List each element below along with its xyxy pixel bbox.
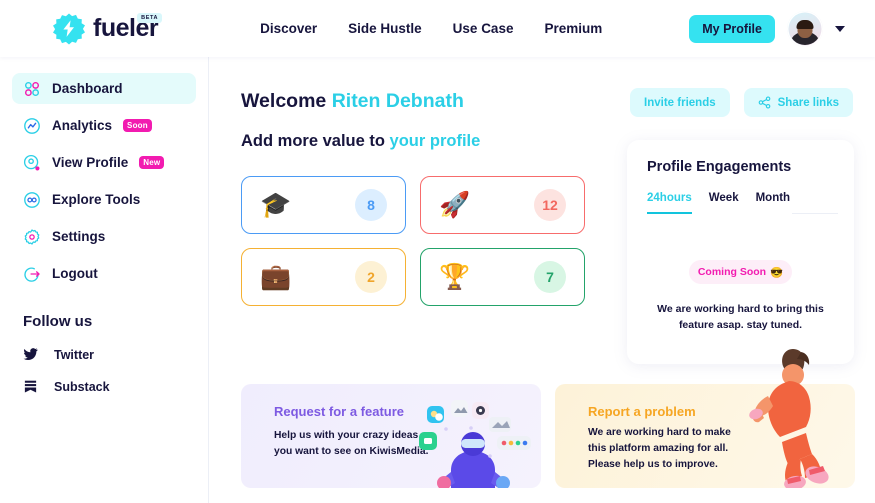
header-actions: My Profile xyxy=(689,10,845,47)
engagement-tabs: 24hours Week Month xyxy=(647,192,838,214)
grid-dots-icon xyxy=(24,81,40,96)
tab-24hours[interactable]: 24hours xyxy=(647,192,692,214)
sidebar-item-dashboard[interactable]: Dashboard xyxy=(12,73,196,104)
main-nav: Discover Side Hustle Use Case Premium xyxy=(260,21,602,36)
sidebar-item-label: View Profile xyxy=(52,155,129,170)
social-link-twitter[interactable]: Twitter xyxy=(23,347,208,362)
follow-us-heading: Follow us xyxy=(23,313,93,330)
panel-note-line-1: We are working hard to bring this xyxy=(657,303,824,315)
subtitle-prefix: Add more value to xyxy=(241,132,385,150)
invite-friends-label: Invite friends xyxy=(644,96,716,109)
beta-badge: BETA xyxy=(137,12,163,23)
rocket-icon: 🚀 xyxy=(439,190,471,219)
main-content: Welcome Riten Debnath Add more value to … xyxy=(209,57,875,503)
stat-value: 2 xyxy=(355,261,387,293)
welcome-user-name: Riten Debnath xyxy=(331,90,464,112)
promo-body: Help us with your crazy ideas you want t… xyxy=(274,430,429,457)
sidebar-item-label: Dashboard xyxy=(52,81,123,96)
twitter-icon xyxy=(23,348,38,361)
top-header: fueler BETA Discover Side Hustle Use Cas… xyxy=(0,0,875,57)
stat-value: 12 xyxy=(534,189,566,221)
share-nodes-icon xyxy=(758,96,770,109)
briefcase-icon: 💼 xyxy=(260,262,292,291)
panel-title: Profile Engagements xyxy=(647,159,792,175)
tabs-divider xyxy=(792,213,838,214)
panel-note-line-2: feature asap. stay tuned. xyxy=(678,319,803,332)
status-badge-soon: Soon xyxy=(123,118,152,133)
tab-week[interactable]: Week xyxy=(709,192,739,214)
stat-value: 8 xyxy=(355,189,387,221)
nav-item-premium[interactable]: Premium xyxy=(544,21,602,36)
sidebar-item-label: Settings xyxy=(52,229,106,244)
promo-title: Request for a feature xyxy=(274,404,405,419)
sidebar-item-view-profile[interactable]: View Profile New xyxy=(12,147,196,178)
stat-card-projects[interactable]: 🚀 12 xyxy=(420,176,585,234)
panel-note: We are working hard to bring this featur… xyxy=(647,301,834,334)
trophy-icon: 🏆 xyxy=(439,262,471,291)
gear-icon xyxy=(24,228,40,245)
promo-card-row: Request for a feature Help us with your … xyxy=(241,349,855,488)
logout-icon xyxy=(24,267,40,282)
app-logo[interactable]: fueler BETA xyxy=(52,12,163,46)
stat-card-work[interactable]: 💼 2 xyxy=(241,248,406,306)
sidebar-item-label: Analytics xyxy=(52,118,113,133)
social-link-substack[interactable]: Substack xyxy=(23,379,208,394)
avatar[interactable] xyxy=(787,10,823,47)
stat-value: 7 xyxy=(534,261,566,293)
graduation-cap-icon: 🎓 xyxy=(260,190,292,219)
stat-card-grid: 🎓 8 🚀 12 💼 2 🏆 7 xyxy=(241,176,585,306)
main-action-buttons: Invite friends Share links xyxy=(630,88,853,117)
my-profile-button[interactable]: My Profile xyxy=(689,14,775,43)
lightning-bolt-icon xyxy=(52,12,86,46)
sidebar-item-settings[interactable]: Settings xyxy=(12,221,196,252)
nav-item-discover[interactable]: Discover xyxy=(260,21,317,36)
infinity-icon xyxy=(24,191,40,208)
sidebar-item-explore-tools[interactable]: Explore Tools xyxy=(12,184,196,215)
social-label: Substack xyxy=(54,379,110,394)
tab-month[interactable]: Month xyxy=(756,192,790,214)
sidebar-item-analytics[interactable]: Analytics Soon xyxy=(12,110,196,141)
welcome-prefix: Welcome xyxy=(241,90,327,112)
request-feature-card[interactable]: Request for a feature Help us with your … xyxy=(241,384,541,488)
status-badge-new: New xyxy=(139,155,165,170)
dashboard-page: fueler BETA Discover Side Hustle Use Cas… xyxy=(0,0,875,503)
profile-link[interactable]: your profile xyxy=(390,132,481,150)
promo-title: Report a problem xyxy=(588,404,696,419)
chevron-down-icon[interactable] xyxy=(835,25,845,32)
promo-body: We are working hard to make this platfor… xyxy=(588,427,731,470)
location-pin-icon xyxy=(23,154,40,170)
coming-soon-badge: Coming Soon 😎 xyxy=(689,260,792,284)
sidebar-item-label: Explore Tools xyxy=(52,192,141,207)
profile-engagements-panel: Profile Engagements 24hours Week Month C… xyxy=(627,140,854,364)
report-problem-card[interactable]: Report a problem We are working hard to … xyxy=(555,349,855,488)
share-links-button[interactable]: Share links xyxy=(743,88,853,117)
invite-friends-button[interactable]: Invite friends xyxy=(630,88,730,117)
stat-card-education[interactable]: 🎓 8 xyxy=(241,176,406,234)
sidebar: Dashboard Analytics Soon View Profile Ne… xyxy=(0,57,209,503)
coming-soon-label: Coming Soon xyxy=(697,266,767,278)
running-person-illustration xyxy=(749,349,829,488)
analytics-chart-icon xyxy=(24,117,40,134)
social-label: Twitter xyxy=(54,347,95,362)
sunglasses-emoji-icon: 😎 xyxy=(770,266,784,279)
share-links-label: Share links xyxy=(777,96,839,109)
substack-icon xyxy=(24,380,37,393)
stat-card-achievements[interactable]: 🏆 7 xyxy=(420,248,585,306)
nav-item-side-hustle[interactable]: Side Hustle xyxy=(348,21,422,36)
nav-item-use-case[interactable]: Use Case xyxy=(453,21,514,36)
sidebar-item-logout[interactable]: Logout xyxy=(12,258,196,289)
sidebar-item-label: Logout xyxy=(52,266,98,281)
